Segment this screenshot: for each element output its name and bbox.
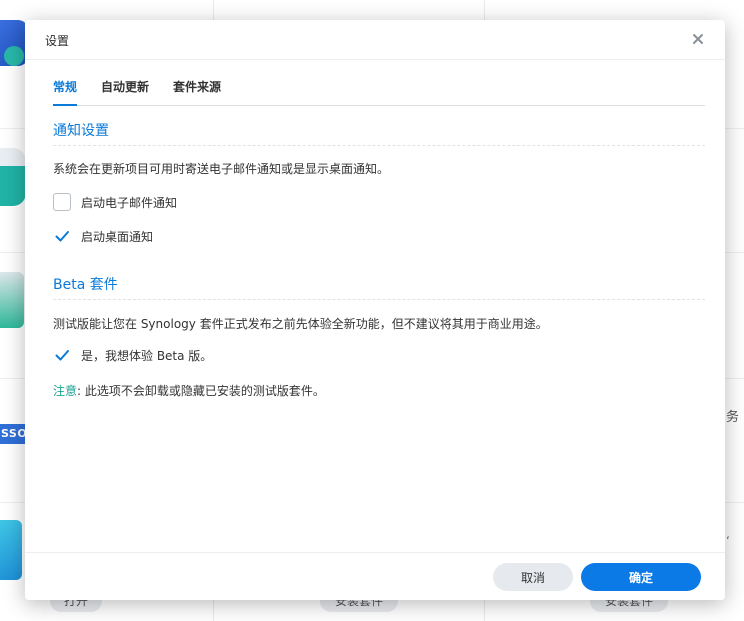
beta-checkbox[interactable] [53, 346, 71, 364]
section-divider [53, 145, 705, 146]
desktop-notification-option[interactable]: 启动桌面通知 [53, 227, 153, 245]
email-notification-option[interactable]: 启动电子邮件通知 [53, 193, 177, 211]
note-text: : 此选项不会卸载或隐藏已安装的测试版套件。 [77, 384, 325, 398]
email-notification-checkbox[interactable] [53, 193, 71, 211]
dialog-header: 设置 [25, 20, 725, 60]
package-icon[interactable] [0, 20, 28, 66]
desktop-notification-label: 启动桌面通知 [81, 229, 154, 244]
key-package-icon[interactable] [0, 148, 26, 206]
notification-section-title: 通知设置 [53, 123, 109, 139]
dialog-footer: 取消 确定 [25, 552, 725, 600]
beta-option[interactable]: 是，我想体验 Beta 版。 [53, 346, 212, 364]
tab-auto-update[interactable]: 自动更新 [101, 78, 149, 95]
note-key: 注意 [53, 384, 78, 398]
beta-note: 注意: 此选项不会卸载或隐藏已安装的测试版套件。 [53, 382, 325, 399]
cancel-button[interactable]: 取消 [493, 563, 573, 591]
desktop-notification-checkbox[interactable] [53, 227, 71, 245]
section-divider [53, 299, 705, 300]
beta-label: 是，我想体验 Beta 版。 [81, 348, 213, 363]
ok-button[interactable]: 确定 [581, 563, 701, 591]
tab-general[interactable]: 常规 [53, 78, 78, 106]
dialog-title: 设置 [45, 34, 70, 48]
package-card-text: 务 [726, 410, 740, 425]
notification-description: 系统会在更新项目可用时寄送电子邮件通知或是显示桌面通知。 [53, 162, 390, 176]
checkmark-icon [55, 350, 69, 361]
package-card-mark: ʻ [726, 534, 730, 548]
close-button[interactable] [689, 30, 707, 48]
package-icon[interactable] [0, 272, 24, 328]
package-icon[interactable] [0, 520, 22, 580]
close-icon [693, 34, 703, 44]
settings-dialog: 设置 常规 自动更新 套件来源 通知设置 系统会在更新项目可用时寄送电子邮件通知… [25, 20, 725, 600]
tab-bar: 常规 自动更新 套件来源 [53, 60, 705, 106]
beta-section-title: Beta 套件 [53, 277, 118, 293]
tab-package-sources[interactable]: 套件来源 [173, 78, 221, 95]
sso-package-icon[interactable]: SSO [0, 424, 26, 444]
checkmark-icon [55, 231, 69, 242]
email-notification-label: 启动电子邮件通知 [81, 195, 178, 210]
beta-description: 测试版能让您在 Synology 套件正式发布之前先体验全新功能，但不建议将其用… [53, 317, 548, 331]
